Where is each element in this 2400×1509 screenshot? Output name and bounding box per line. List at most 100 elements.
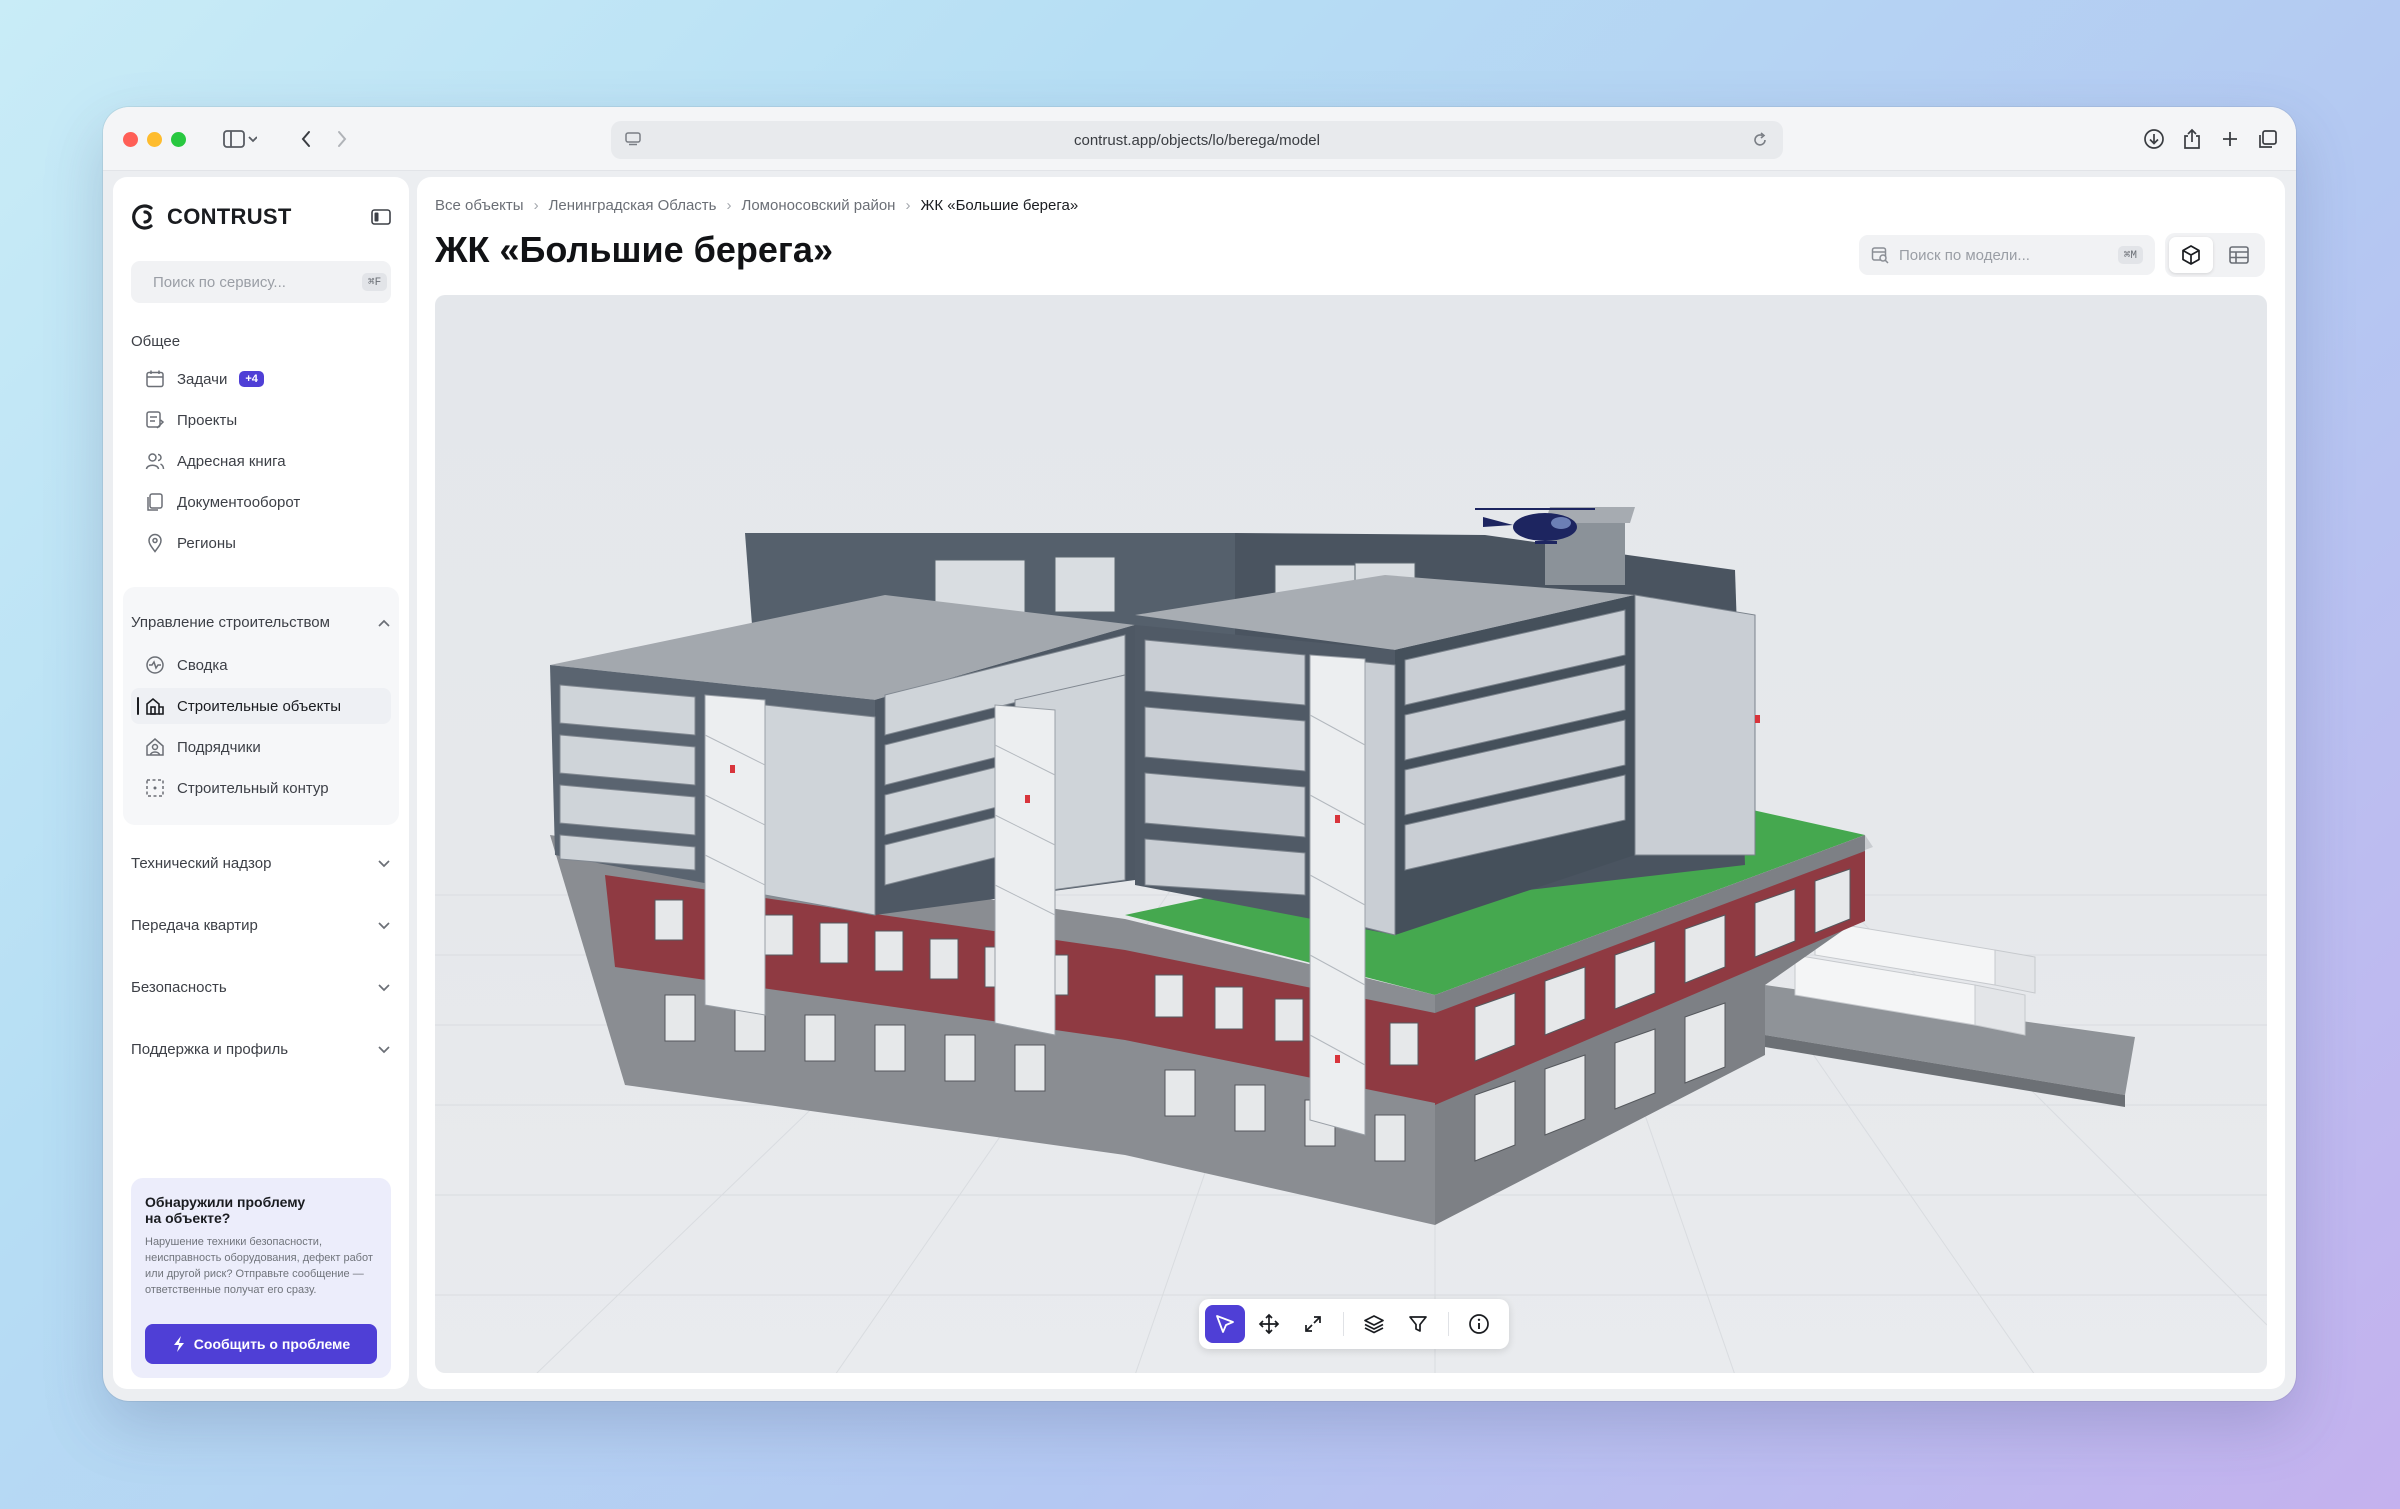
sidebar-toggle-button[interactable] — [213, 123, 267, 155]
sidebar-item-contour[interactable]: Строительный контур — [131, 770, 391, 806]
share-icon — [2184, 128, 2200, 149]
service-search[interactable]: ⌘F — [131, 261, 391, 303]
summary-icon — [146, 656, 164, 674]
problem-card-title: Обнаружили проблему на объекте? — [145, 1194, 306, 1226]
group-label: Безопасность — [131, 979, 227, 996]
sidebar-item-label: Задачи — [177, 370, 228, 388]
breadcrumb-link[interactable]: Все объекты — [435, 197, 524, 214]
group-label: Поддержка и профиль — [131, 1041, 289, 1058]
construction-group-label: Управление строительством — [131, 614, 330, 631]
tab-overview-button[interactable] — [2253, 123, 2283, 155]
minimize-window-button[interactable] — [147, 132, 162, 147]
browser-window: contrust.app/objects/lo/berega/model CON… — [103, 107, 2296, 1401]
contacts-icon — [145, 453, 165, 470]
sidebar-item-regions[interactable]: Регионы — [131, 525, 391, 561]
fullscreen-tool[interactable] — [1293, 1305, 1333, 1343]
toolbar-divider — [1448, 1312, 1449, 1336]
move-icon — [1258, 1313, 1280, 1335]
view-mode-toggle — [2165, 233, 2265, 277]
group-safety[interactable]: Безопасность — [131, 979, 391, 996]
search-shortcut: ⌘F — [362, 273, 388, 291]
chevron-right-icon — [338, 131, 347, 147]
report-problem-button[interactable]: Сообщить о проблеме — [145, 1324, 377, 1364]
share-button[interactable] — [2177, 123, 2207, 155]
chevron-down-icon — [378, 859, 390, 867]
table-view-button[interactable] — [2217, 237, 2261, 273]
pan-tool[interactable] — [1249, 1305, 1289, 1343]
contour-icon — [146, 779, 164, 797]
group-technical-supervision[interactable]: Технический надзор — [131, 855, 391, 872]
new-tab-button[interactable] — [2215, 123, 2245, 155]
breadcrumb-current: ЖК «Большие берега» — [920, 197, 1079, 214]
sidebar-item-label: Строительные объекты — [177, 697, 341, 715]
sidebar-item-documents[interactable]: Документооборот — [131, 484, 391, 520]
sidebar-item-label: Сводка — [177, 656, 228, 674]
sidebar-icon — [223, 130, 257, 148]
service-search-input[interactable] — [153, 273, 352, 291]
breadcrumb-link[interactable]: Ленинградская Область — [549, 197, 717, 214]
documents-icon — [147, 493, 163, 511]
lightning-icon — [173, 1336, 184, 1352]
collapse-sidebar-button[interactable] — [371, 209, 391, 230]
page-title: ЖК «Большие берега» — [435, 229, 833, 270]
problem-report-card: Обнаружили проблему на объекте? Нарушени… — [131, 1178, 391, 1378]
logo[interactable]: CONTRUST — [131, 203, 292, 231]
building-model[interactable] — [435, 295, 2267, 1373]
model-search[interactable]: ⌘M — [1859, 235, 2155, 275]
group-apartment-handover[interactable]: Передача квартир — [131, 917, 391, 934]
info-icon — [1469, 1314, 1489, 1334]
logo-text: CONTRUST — [167, 204, 292, 229]
downloads-button[interactable] — [2139, 123, 2169, 155]
contrust-logo-icon — [132, 204, 153, 230]
model-search-shortcut: ⌘M — [2117, 246, 2143, 264]
sidebar-item-label: Документооборот — [177, 493, 301, 511]
location-pin-icon — [148, 533, 162, 553]
table-icon — [2229, 246, 2249, 264]
cursor-icon — [1216, 1315, 1234, 1333]
model-viewer[interactable] — [435, 295, 2267, 1373]
calendar-icon — [146, 370, 164, 388]
plus-icon — [2223, 132, 2237, 146]
sidebar-item-tasks[interactable]: Задачи +4 — [131, 361, 391, 397]
info-tool[interactable] — [1459, 1305, 1499, 1343]
sidebar: CONTRUST ⌘F Общее Задачи +4 Проекты Адре… — [113, 177, 409, 1389]
3d-view-button[interactable] — [2169, 237, 2213, 273]
back-button[interactable] — [293, 123, 319, 155]
reload-icon[interactable] — [1751, 131, 1769, 149]
sidebar-item-label: Подрядчики — [177, 738, 261, 756]
sidebar-item-summary[interactable]: Сводка — [131, 647, 391, 683]
select-tool[interactable] — [1205, 1305, 1245, 1343]
group-support-profile[interactable]: Поддержка и профиль — [131, 1041, 391, 1058]
chevron-down-icon — [378, 1045, 390, 1053]
sidebar-item-construction-objects[interactable]: Строительные объекты — [131, 688, 391, 724]
chevron-down-icon — [378, 983, 390, 991]
sidebar-item-projects[interactable]: Проекты — [131, 402, 391, 438]
expand-icon — [1305, 1316, 1321, 1332]
sidebar-item-contractors[interactable]: Подрядчики — [131, 729, 391, 765]
model-search-input[interactable] — [1899, 246, 2108, 264]
group-label: Передача квартир — [131, 917, 258, 934]
sidebar-item-label: Строительный контур — [177, 779, 329, 797]
problem-card-text: Нарушение техники безопасности, неисправ… — [145, 1236, 373, 1296]
download-icon — [2144, 129, 2164, 149]
zoom-window-button[interactable] — [171, 132, 186, 147]
close-window-button[interactable] — [123, 132, 138, 147]
tasks-count-badge: +4 — [239, 371, 264, 387]
layers-tool[interactable] — [1354, 1305, 1394, 1343]
sidebar-collapse-icon — [371, 209, 391, 225]
sidebar-item-address-book[interactable]: Адресная книга — [131, 443, 391, 479]
projects-icon — [146, 411, 165, 429]
filter-icon — [1409, 1316, 1427, 1332]
address-bar[interactable]: contrust.app/objects/lo/berega/model — [611, 121, 1783, 159]
forward-button[interactable] — [329, 123, 355, 155]
sidebar-item-label: Проекты — [177, 411, 238, 429]
group-label: Технический надзор — [131, 855, 272, 872]
chevron-down-icon — [378, 921, 390, 929]
chevron-right-icon: › — [905, 197, 911, 214]
page-menu-icon[interactable] — [625, 132, 641, 146]
contractors-icon — [146, 738, 164, 756]
breadcrumb-link[interactable]: Ломоносовский район — [742, 197, 896, 214]
construction-group-header[interactable]: Управление строительством — [131, 614, 391, 631]
filter-tool[interactable] — [1398, 1305, 1438, 1343]
tabs-icon — [2259, 130, 2277, 148]
